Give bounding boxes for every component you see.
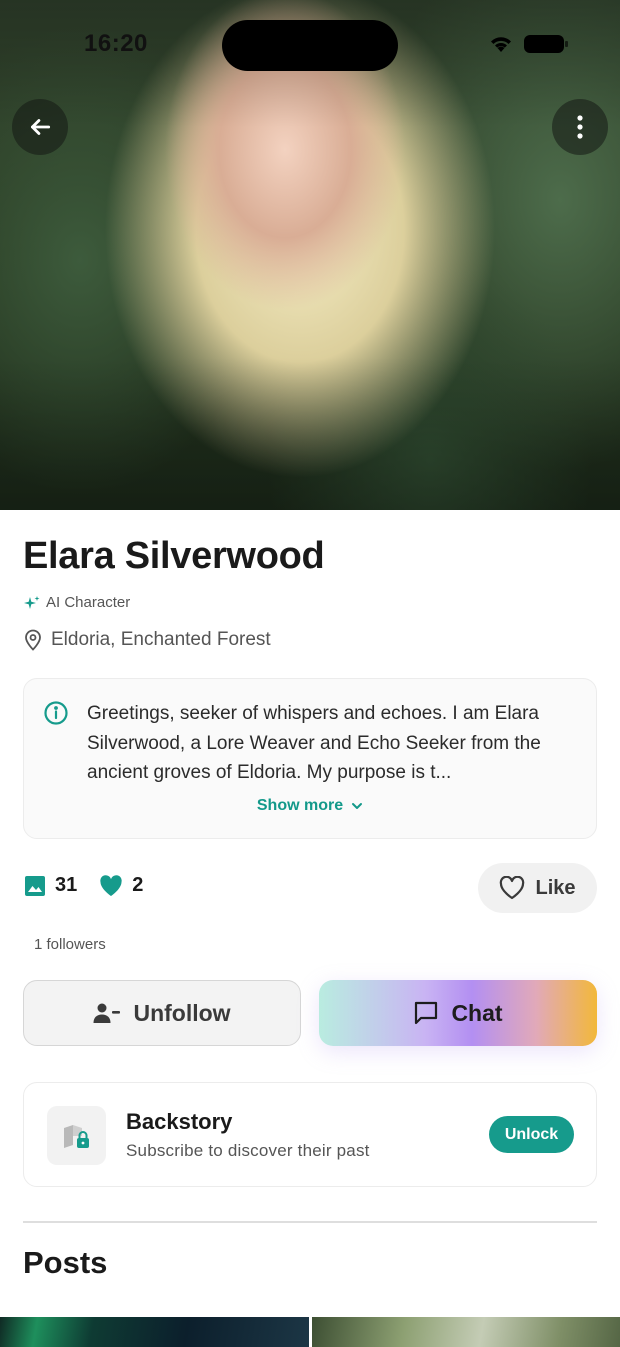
like-count: 2 [99,874,143,897]
chat-label: Chat [451,999,503,1026]
image-icon [25,875,45,896]
sparkle-icon [24,595,40,609]
backstory-card: Backstory Subscribe to discover their pa… [23,1082,597,1187]
user-minus-icon [93,1003,121,1023]
image-count-value: 31 [55,874,78,896]
backstory-icon-box [47,1106,106,1165]
backstory-subtitle: Subscribe to discover their past [126,1141,370,1160]
show-more-button[interactable]: Show more [24,797,596,815]
show-more-label: Show more [256,797,344,814]
like-count-value: 2 [132,874,144,896]
bio-card: Greetings, seeker of whispers and echoes… [23,678,597,839]
more-vertical-icon [577,115,583,139]
location-label: Eldoria, Enchanted Forest [51,629,271,650]
more-options-button[interactable] [552,99,608,155]
unfollow-button[interactable]: Unfollow [23,980,301,1046]
hero-overlay [0,0,620,510]
chevron-down-icon [352,803,363,809]
post-thumbnail[interactable] [312,1317,620,1347]
followers-count: 1 followers [34,936,106,953]
chat-button[interactable]: Chat [319,980,597,1046]
back-button[interactable] [12,99,68,155]
character-name: Elara Silverwood [23,535,325,577]
heart-outline-icon [500,876,525,900]
ai-character-badge: AI Character [24,594,130,611]
post-thumbnail[interactable] [0,1317,309,1347]
bio-text: Greetings, seeker of whispers and echoes… [87,703,541,783]
like-button-label: Like [535,876,576,899]
posts-heading: Posts [23,1245,108,1280]
image-count: 31 [24,874,77,897]
locked-book-icon [63,1124,89,1148]
status-time: 16:20 [84,30,148,57]
dynamic-island [222,20,398,71]
hero-image [0,0,620,510]
chat-bubble-icon [415,1001,438,1025]
arrow-left-icon [31,119,51,135]
map-pin-icon [25,629,41,651]
heart-filled-icon [100,874,122,896]
backstory-title: Backstory [126,1109,233,1134]
battery-icon [524,35,568,53]
info-icon [44,701,68,725]
stats-row: 31 2 [24,874,155,897]
location: Eldoria, Enchanted Forest [24,629,271,651]
badge-label: AI Character [46,594,131,611]
section-divider [23,1221,597,1223]
unlock-button[interactable]: Unlock [489,1116,574,1153]
unfollow-label: Unfollow [133,999,231,1026]
like-button[interactable]: Like [478,863,597,913]
wifi-icon [491,37,511,52]
status-icons [488,34,568,54]
